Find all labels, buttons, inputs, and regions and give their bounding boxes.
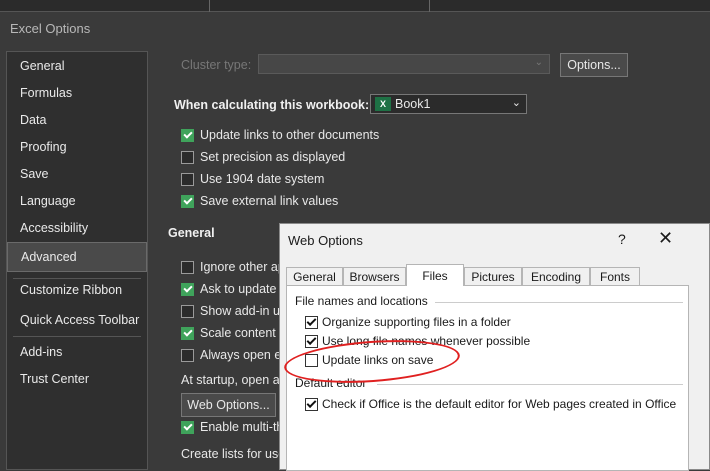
sidebar-item-data[interactable]: Data bbox=[7, 107, 147, 133]
workbook-select[interactable]: X Book1 ⌄ bbox=[370, 94, 527, 114]
default-editor-group-label: Default editor bbox=[295, 376, 367, 390]
option-label: Update links on save bbox=[322, 353, 434, 367]
option-label: Update links to other documents bbox=[200, 128, 380, 142]
checkbox[interactable] bbox=[181, 260, 194, 274]
ignore-other-apps-option[interactable]: Ignore other ap bbox=[181, 260, 285, 274]
option-label: Always open er bbox=[200, 348, 286, 362]
create-lists-label: Create lists for use bbox=[181, 447, 286, 461]
tab-general[interactable]: General bbox=[286, 267, 343, 286]
save-external-link-option[interactable]: Save external link values bbox=[181, 194, 338, 208]
web-options-button[interactable]: Web Options... bbox=[181, 393, 276, 417]
default-editor-option[interactable]: Check if Office is the default editor fo… bbox=[305, 397, 676, 411]
checkbox-checked[interactable] bbox=[305, 315, 318, 329]
help-icon[interactable]: ? bbox=[618, 231, 626, 247]
checkbox-checked[interactable] bbox=[305, 334, 318, 348]
checkbox-checked[interactable] bbox=[181, 128, 194, 142]
update-links-option[interactable]: Update links to other documents bbox=[181, 128, 379, 142]
update-links-on-save-option[interactable]: Update links on save bbox=[305, 353, 433, 367]
checkbox[interactable] bbox=[181, 172, 194, 186]
workbook-select-value: Book1 bbox=[395, 97, 431, 111]
multithread-option[interactable]: Enable multi-th bbox=[181, 420, 283, 434]
checkbox[interactable] bbox=[305, 353, 318, 367]
sidebar-item-add-ins[interactable]: Add-ins bbox=[7, 339, 147, 365]
options-button[interactable]: Options... bbox=[560, 53, 628, 77]
sidebar-item-accessibility[interactable]: Accessibility bbox=[7, 215, 147, 241]
checkbox-checked[interactable] bbox=[181, 194, 194, 208]
dialog-tabs: General Browsers Files Pictures Encoding… bbox=[286, 264, 706, 286]
set-precision-option[interactable]: Set precision as displayed bbox=[181, 150, 345, 164]
show-addin-option[interactable]: Show add-in us bbox=[181, 304, 286, 318]
tab-files[interactable]: Files bbox=[406, 264, 464, 286]
option-label: Use long file names whenever possible bbox=[322, 334, 531, 348]
sidebar-item-formulas[interactable]: Formulas bbox=[7, 80, 147, 106]
option-label: Enable multi-th bbox=[200, 420, 284, 434]
checkbox-checked[interactable] bbox=[305, 397, 318, 411]
tab-pictures[interactable]: Pictures bbox=[464, 267, 522, 286]
window-title: Excel Options bbox=[10, 21, 91, 36]
sidebar-item-language[interactable]: Language bbox=[7, 188, 147, 214]
checkbox[interactable] bbox=[181, 150, 194, 164]
option-label: Organize supporting files in a folder bbox=[322, 315, 511, 329]
sidebar-item-trust-center[interactable]: Trust Center bbox=[7, 366, 147, 392]
organize-files-option[interactable]: Organize supporting files in a folder bbox=[305, 315, 511, 329]
chevron-down-icon: ⌄ bbox=[534, 57, 543, 68]
ask-update-links-option[interactable]: Ask to update a bbox=[181, 282, 287, 296]
cluster-type-label: Cluster type: bbox=[181, 58, 252, 72]
sidebar-item-save[interactable]: Save bbox=[7, 161, 147, 187]
general-heading: General bbox=[168, 226, 215, 240]
sidebar-item-proofing[interactable]: Proofing bbox=[7, 134, 147, 160]
checkbox-checked[interactable] bbox=[181, 282, 194, 296]
excel-icon: X bbox=[375, 97, 391, 111]
long-file-names-option[interactable]: Use long file names whenever possible bbox=[305, 334, 530, 348]
group-divider bbox=[435, 302, 683, 303]
option-label: Ask to update a bbox=[200, 282, 287, 296]
sidebar-item-advanced[interactable]: Advanced bbox=[7, 242, 147, 272]
web-options-dialog: Web Options ? ✕ General Browsers Files P… bbox=[279, 223, 710, 471]
top-strip-segment bbox=[0, 0, 210, 12]
always-open-option[interactable]: Always open er bbox=[181, 348, 285, 362]
dialog-title: Web Options bbox=[288, 233, 363, 248]
startup-label: At startup, open al bbox=[181, 373, 283, 387]
date-1904-option[interactable]: Use 1904 date system bbox=[181, 172, 324, 186]
title-bar: Excel Options bbox=[0, 12, 710, 48]
chevron-down-icon: ⌄ bbox=[511, 97, 521, 109]
group-divider bbox=[377, 384, 683, 385]
option-label: Save external link values bbox=[200, 194, 339, 208]
top-strip bbox=[0, 0, 710, 12]
sidebar-item-customize-ribbon[interactable]: Customize Ribbon bbox=[7, 277, 147, 303]
checkbox[interactable] bbox=[181, 348, 194, 362]
calc-heading: When calculating this workbook: bbox=[174, 98, 370, 112]
top-strip-segment bbox=[210, 0, 430, 12]
option-label: Use 1904 date system bbox=[200, 172, 325, 186]
sidebar-item-quick-access-toolbar[interactable]: Quick Access Toolbar bbox=[7, 307, 147, 333]
option-label: Show add-in us bbox=[200, 304, 287, 318]
tab-browsers[interactable]: Browsers bbox=[343, 267, 406, 286]
cluster-type-select[interactable]: ⌄ bbox=[258, 54, 550, 74]
tab-fonts[interactable]: Fonts bbox=[590, 267, 640, 286]
checkbox-checked[interactable] bbox=[181, 420, 194, 434]
checkbox-checked[interactable] bbox=[181, 326, 194, 340]
files-tab-panel: File names and locations Organize suppor… bbox=[286, 285, 689, 471]
scale-content-option[interactable]: Scale content f bbox=[181, 326, 283, 340]
option-label: Check if Office is the default editor fo… bbox=[322, 397, 677, 411]
tab-encoding[interactable]: Encoding bbox=[522, 267, 590, 286]
option-label: Scale content f bbox=[200, 326, 283, 340]
checkbox[interactable] bbox=[181, 304, 194, 318]
sidebar-divider bbox=[13, 336, 141, 337]
option-label: Set precision as displayed bbox=[200, 150, 346, 164]
option-label: Ignore other ap bbox=[200, 260, 285, 274]
sidebar-item-general[interactable]: General bbox=[7, 53, 147, 79]
close-icon[interactable]: ✕ bbox=[658, 228, 673, 249]
file-names-group-label: File names and locations bbox=[295, 294, 428, 308]
options-sidebar: General Formulas Data Proofing Save Lang… bbox=[6, 51, 148, 470]
